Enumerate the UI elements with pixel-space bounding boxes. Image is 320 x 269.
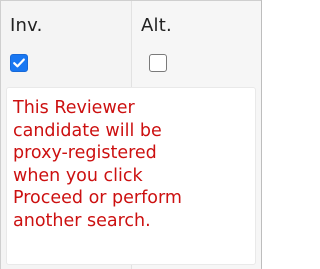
inv-checkbox[interactable] [10,54,28,72]
inv-header: Inv. [10,15,43,36]
reviewer-options-panel: Inv. Alt. This Reviewer candidate will b… [0,0,262,269]
notice-text: This Reviewer candidate will be proxy-re… [13,98,182,231]
proxy-registration-notice: This Reviewer candidate will be proxy-re… [6,87,256,265]
alt-checkbox[interactable] [149,54,167,72]
alt-header: Alt. [141,15,172,36]
checkmark-icon [13,58,25,68]
